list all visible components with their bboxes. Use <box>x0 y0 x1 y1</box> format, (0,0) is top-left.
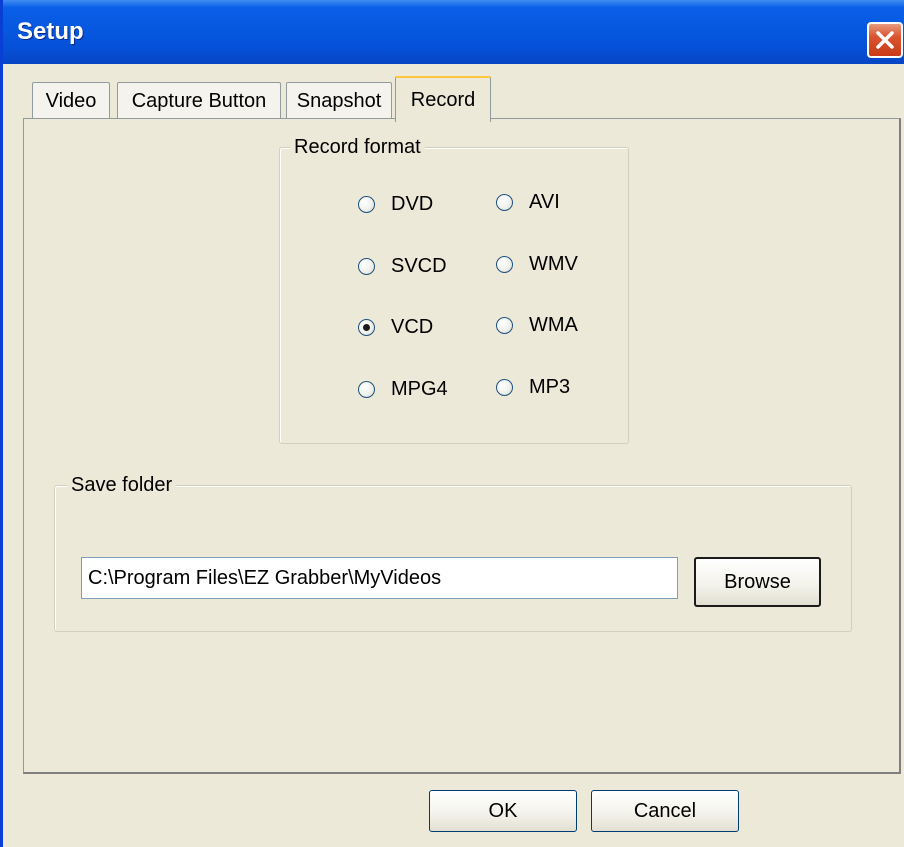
save-folder-path-input[interactable] <box>81 557 678 599</box>
tab-label: Record <box>410 88 476 111</box>
close-icon <box>874 29 896 51</box>
radio-wma[interactable]: WMA <box>496 314 578 337</box>
radio-button[interactable] <box>358 258 375 275</box>
ok-button[interactable]: OK <box>429 790 577 832</box>
radio-dvd[interactable]: DVD <box>358 193 433 216</box>
record-format-group: Record format DVD AVI SVCD WMV VCD WMA M… <box>279 134 629 444</box>
tab-capture-button[interactable]: Capture Button <box>117 82 281 120</box>
tab-label: Snapshot <box>296 90 382 112</box>
radio-svcd[interactable]: SVCD <box>358 255 447 278</box>
radio-button[interactable] <box>358 381 375 398</box>
radio-button[interactable] <box>496 194 513 211</box>
radio-label-dvd: DVD <box>391 193 434 215</box>
radio-button[interactable] <box>496 317 513 334</box>
cancel-button[interactable]: Cancel <box>591 790 739 832</box>
radio-button-selected[interactable] <box>358 319 375 336</box>
radio-label-mp3: MP3 <box>529 376 571 398</box>
tab-video[interactable]: Video <box>32 82 110 120</box>
window-title: Setup <box>17 18 84 45</box>
ok-label: OK <box>488 799 518 822</box>
record-format-label: Record format <box>290 134 425 160</box>
radio-button[interactable] <box>496 379 513 396</box>
radio-vcd[interactable]: VCD <box>358 316 433 339</box>
title-bar[interactable]: Setup <box>3 0 904 64</box>
tab-snapshot[interactable]: Snapshot <box>286 82 392 120</box>
tab-record[interactable]: Record <box>395 76 491 122</box>
radio-label-vcd: VCD <box>391 316 434 338</box>
setup-dialog: Setup Video Capture Button Snapshot Reco… <box>0 0 904 847</box>
radio-label-wmv: WMV <box>529 253 578 275</box>
record-tab-panel: Record format DVD AVI SVCD WMV VCD WMA M… <box>23 118 901 774</box>
radio-label-mpg4: MPG4 <box>391 378 448 400</box>
browse-button[interactable]: Browse <box>694 557 821 607</box>
radio-avi[interactable]: AVI <box>496 191 560 214</box>
save-folder-label: Save folder <box>67 472 177 498</box>
radio-button[interactable] <box>496 256 513 273</box>
radio-button[interactable] <box>358 196 375 213</box>
radio-label-avi: AVI <box>529 191 560 213</box>
radio-label-wma: WMA <box>529 314 578 336</box>
close-button[interactable] <box>867 22 903 58</box>
browse-label: Browse <box>724 570 791 593</box>
tab-label: Capture Button <box>131 90 267 112</box>
radio-mpg4[interactable]: MPG4 <box>358 378 448 401</box>
radio-mp3[interactable]: MP3 <box>496 376 570 399</box>
tab-label: Video <box>45 90 97 112</box>
cancel-label: Cancel <box>633 799 697 822</box>
radio-label-svcd: SVCD <box>391 255 447 277</box>
radio-wmv[interactable]: WMV <box>496 253 578 276</box>
